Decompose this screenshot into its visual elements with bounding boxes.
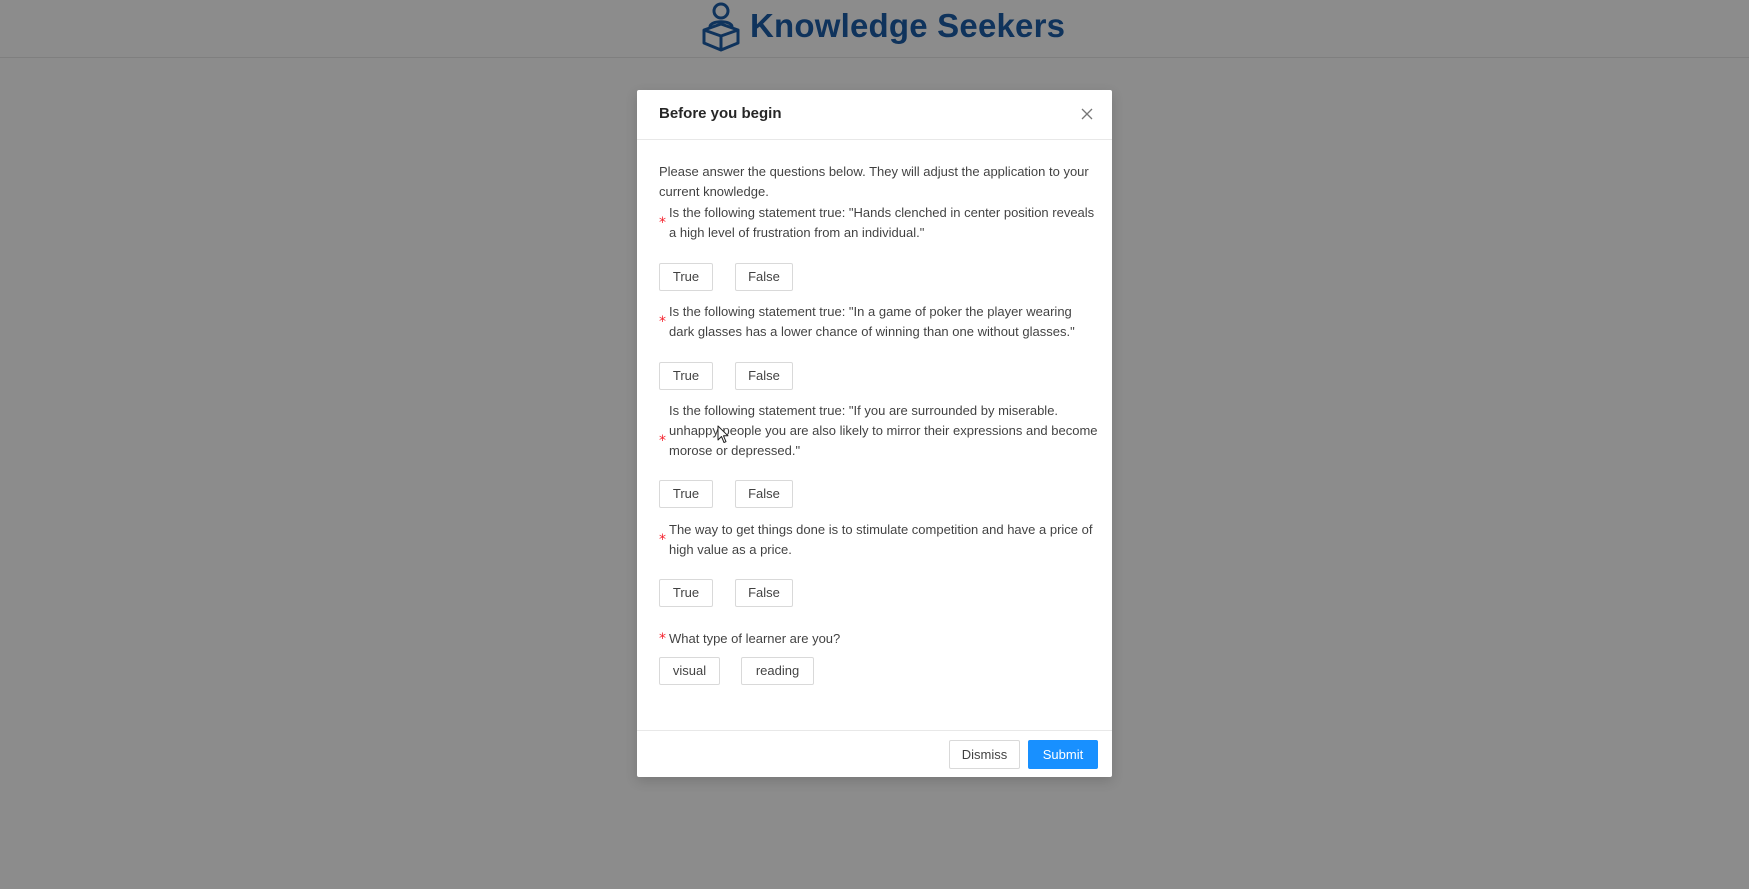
question-1-true-button[interactable]: True	[659, 263, 713, 291]
required-mark: *	[659, 215, 666, 231]
dialog-title: Before you begin	[659, 105, 782, 122]
submit-button[interactable]: Submit	[1028, 740, 1098, 769]
dialog-intro: Please answer the questions below. They …	[659, 164, 1089, 199]
dialog-header: Before you begin	[637, 90, 1112, 140]
question-2-label: Is the following statement true: "In a g…	[669, 304, 1075, 339]
question-2-false-button[interactable]: False	[735, 362, 793, 390]
dismiss-button[interactable]: Dismiss	[949, 740, 1020, 769]
question-1-label: Is the following statement true: "Hands …	[669, 205, 1095, 240]
question-4-false-button[interactable]: False	[735, 579, 793, 607]
dialog-footer: Dismiss Submit	[637, 730, 1112, 778]
close-icon[interactable]	[1080, 107, 1094, 121]
required-mark: *	[659, 532, 666, 548]
learner-visual-button[interactable]: visual	[659, 657, 720, 685]
before-you-begin-dialog: Before you begin Please answer the quest…	[637, 90, 1112, 777]
learner-reading-button[interactable]: reading	[741, 657, 814, 685]
mouse-cursor-icon	[717, 425, 729, 443]
question-2-true-button[interactable]: True	[659, 362, 713, 390]
question-3-false-button[interactable]: False	[735, 480, 793, 508]
question-4-label: The way to get things done is to stimula…	[669, 522, 1093, 557]
required-mark: *	[659, 433, 666, 449]
question-5-label: What type of learner are you?	[669, 631, 841, 646]
question-3-label: Is the following statement true: "If you…	[669, 403, 1098, 458]
required-mark: *	[659, 631, 666, 647]
question-1-false-button[interactable]: False	[735, 263, 793, 291]
question-3-true-button[interactable]: True	[659, 480, 713, 508]
question-4-true-button[interactable]: True	[659, 579, 713, 607]
required-mark: *	[659, 314, 666, 330]
